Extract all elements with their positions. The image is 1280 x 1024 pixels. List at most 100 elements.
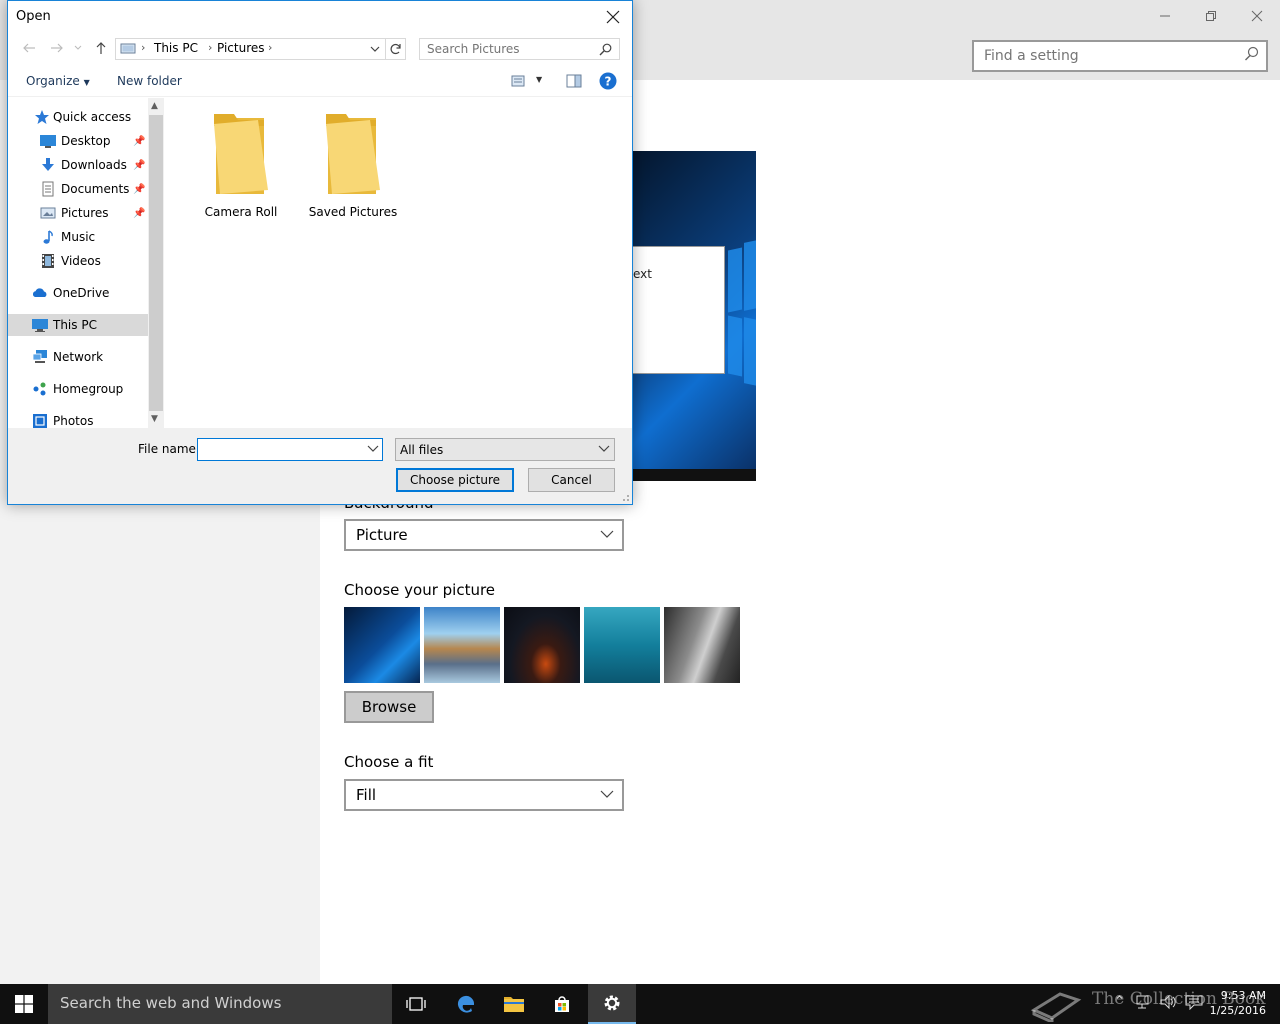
pin-icon: 📌 [133,207,146,219]
dialog-footer: File name: All files Choose picture Canc… [8,428,632,504]
dialog-title: Open [16,9,51,24]
breadcrumb-separator: › [141,41,146,54]
settings-taskbar-button[interactable] [588,984,636,1024]
recent-locations-button[interactable] [72,39,84,57]
taskbar: Search the web and Windows The Collectio… [0,984,1280,1024]
chevron-down-icon[interactable] [370,45,380,53]
nav-item-documents[interactable]: Documents 📌 [8,178,148,200]
find-setting-input[interactable] [974,42,1234,70]
taskbar-search-box[interactable]: Search the web and Windows [48,984,392,1024]
up-button[interactable] [92,39,110,57]
nav-item-label: OneDrive [53,286,110,300]
file-explorer-button[interactable] [490,984,538,1024]
address-bar[interactable]: › This PC › Pictures › [115,38,406,60]
help-icon[interactable]: ? [599,72,617,90]
nav-item-quick-access[interactable]: Quick access [8,106,148,128]
scroll-down-icon[interactable]: ▼ [151,414,158,424]
search-icon[interactable] [599,43,612,56]
nav-item-pictures[interactable]: Pictures 📌 [8,202,148,224]
restore-button[interactable] [1188,0,1234,32]
preview-pane-icon[interactable] [566,74,582,88]
nav-item-label: Photos [53,414,94,428]
view-options-caret-icon[interactable]: ▼ [536,75,542,84]
dialog-search-box[interactable] [419,38,620,60]
file-name-label: File name: [138,442,200,456]
breadcrumb-item[interactable]: Pictures [217,41,265,55]
refresh-icon[interactable] [390,43,402,55]
nav-item-homegroup[interactable]: Homegroup [8,378,148,400]
chevron-down-icon[interactable] [367,443,379,455]
minimize-button[interactable] [1142,0,1188,32]
folder-item[interactable]: Saved Pictures [303,112,403,219]
desktop-icon [40,135,56,148]
picture-thumbnail[interactable] [584,607,660,683]
picture-thumbnail[interactable] [664,607,740,683]
action-center-icon[interactable] [1185,994,1203,1010]
new-folder-button[interactable]: New folder [117,74,182,88]
close-icon [1251,10,1263,22]
change-view-icon[interactable] [511,75,525,87]
windows-logo-icon [15,995,33,1013]
search-icon[interactable] [1244,46,1260,62]
nav-item-label: Pictures [61,206,109,220]
close-button[interactable] [1234,0,1280,32]
nav-item-onedrive[interactable]: OneDrive [8,282,148,304]
nav-item-label: Homegroup [53,382,124,396]
store-button[interactable] [538,984,586,1024]
start-button[interactable] [0,984,48,1024]
show-hidden-icons-button[interactable]: ⌃ [1114,994,1125,1009]
edge-button[interactable] [442,984,490,1024]
file-list: Camera Roll Saved Pictures [164,98,632,428]
nav-scrollbar[interactable]: ▲ ▼ [148,98,164,428]
forward-button[interactable] [48,39,66,57]
choose-picture-label: Choose your picture [344,581,496,599]
scrollbar-thumb[interactable] [149,115,163,411]
folder-item[interactable]: Camera Roll [191,112,291,219]
picture-thumbnail[interactable] [424,607,500,683]
minimize-icon [1160,15,1170,17]
file-type-select[interactable]: All files [395,438,615,461]
nav-item-network[interactable]: Network [8,346,148,368]
scroll-up-icon[interactable]: ▲ [151,101,158,111]
dialog-close-button[interactable] [600,4,626,30]
picture-thumbnail[interactable] [504,607,580,683]
task-view-button[interactable] [392,984,440,1024]
nav-item-label: Desktop [61,134,111,148]
back-button[interactable] [20,39,38,57]
nav-item-videos[interactable]: Videos [8,250,148,272]
breadcrumb-item[interactable]: This PC [154,41,198,55]
picture-thumbnail[interactable] [344,607,420,683]
fit-dropdown-value: Fill [356,786,377,804]
navigation-pane: Quick access Desktop 📌 Downloads 📌 Docum… [8,98,148,428]
find-setting-box[interactable] [972,40,1268,72]
background-dropdown[interactable]: Picture [344,519,624,551]
svg-text:?: ? [605,75,612,89]
volume-icon[interactable] [1160,994,1178,1010]
videos-icon [42,254,54,268]
taskbar-clock[interactable]: 9:53 AM 1/25/2016 [1210,988,1266,1018]
organize-button[interactable]: Organize ▼ [26,74,90,88]
nav-item-photos[interactable]: Photos [8,410,148,428]
nav-item-label: Downloads [61,158,127,172]
resize-grip-icon[interactable] [620,492,630,502]
nav-item-music[interactable]: Music [8,226,148,248]
dialog-search-input[interactable] [420,39,590,59]
nav-item-downloads[interactable]: Downloads 📌 [8,154,148,176]
preview-taskbar [632,469,756,481]
chevron-down-icon [74,45,82,50]
pin-icon: 📌 [133,135,146,147]
pictures-icon [40,207,56,219]
chevron-down-icon [600,530,614,538]
cancel-button[interactable]: Cancel [528,468,615,492]
nav-item-this-pc[interactable]: This PC [8,314,148,336]
file-name-input[interactable] [197,438,383,461]
browse-button[interactable]: Browse [344,691,434,723]
choose-picture-button[interactable]: Choose picture [396,468,514,492]
chevron-down-icon [598,445,610,452]
network-status-icon[interactable] [1136,994,1152,1010]
computer-icon [32,319,48,332]
fit-dropdown[interactable]: Fill [344,779,624,811]
store-icon [555,996,569,1012]
nav-item-desktop[interactable]: Desktop 📌 [8,130,148,152]
download-icon [42,158,54,171]
